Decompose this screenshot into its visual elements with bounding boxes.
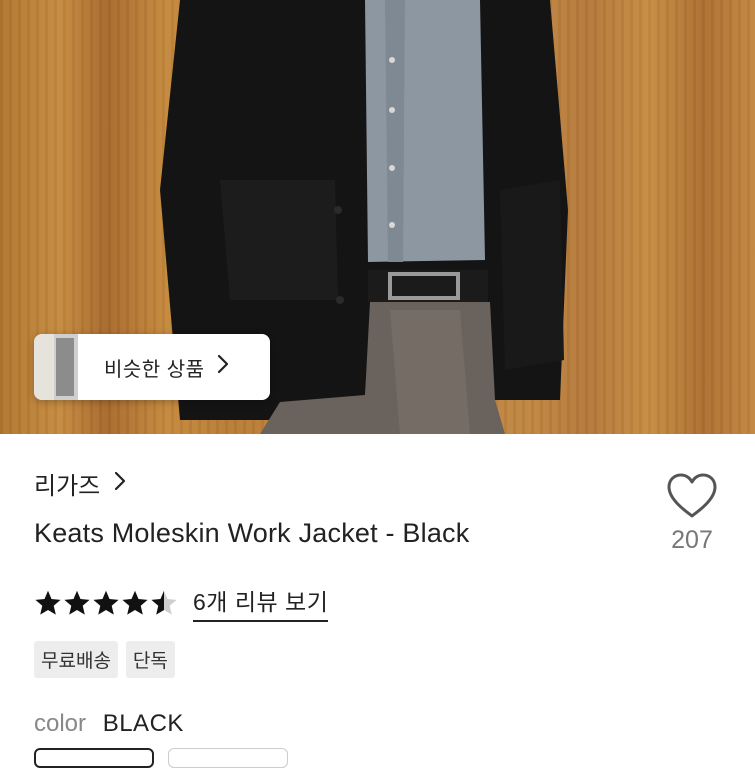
color-value: BLACK xyxy=(102,710,184,737)
rating-stars xyxy=(34,589,179,617)
chevron-right-icon xyxy=(217,354,229,380)
tag-list: 무료배송 단독 xyxy=(34,641,183,678)
tag-exclusive: 단독 xyxy=(125,641,175,678)
color-option[interactable] xyxy=(168,748,288,768)
similar-product-thumbnail xyxy=(34,334,78,400)
like-button[interactable]: 207 xyxy=(664,472,720,555)
star-full-icon xyxy=(64,590,90,615)
star-full-icon xyxy=(122,590,148,615)
brand-link[interactable]: 리가즈 xyxy=(34,466,126,501)
view-reviews-link[interactable]: 6개 리뷰 보기 xyxy=(193,583,329,622)
similar-products-label: 비슷한 상품 xyxy=(104,358,205,381)
color-option-selected[interactable] xyxy=(34,748,154,768)
product-title: Keats Moleskin Work Jacket - Black xyxy=(34,518,470,548)
star-half-icon xyxy=(151,590,177,615)
similar-products-button[interactable]: 비슷한 상품 xyxy=(34,334,270,400)
heart-icon xyxy=(664,472,720,520)
like-count: 207 xyxy=(671,526,713,554)
star-full-icon xyxy=(35,590,61,615)
color-label: color xyxy=(34,710,87,737)
rating-row: 6개 리뷰 보기 xyxy=(34,583,329,622)
brand-name: 리가즈 xyxy=(34,473,101,500)
tag-free-shipping: 무료배송 xyxy=(34,641,118,678)
star-full-icon xyxy=(93,590,119,615)
product-image[interactable]: 비슷한 상품 xyxy=(0,0,755,434)
color-info: color BLACK xyxy=(34,710,184,738)
chevron-right-icon xyxy=(114,471,126,497)
